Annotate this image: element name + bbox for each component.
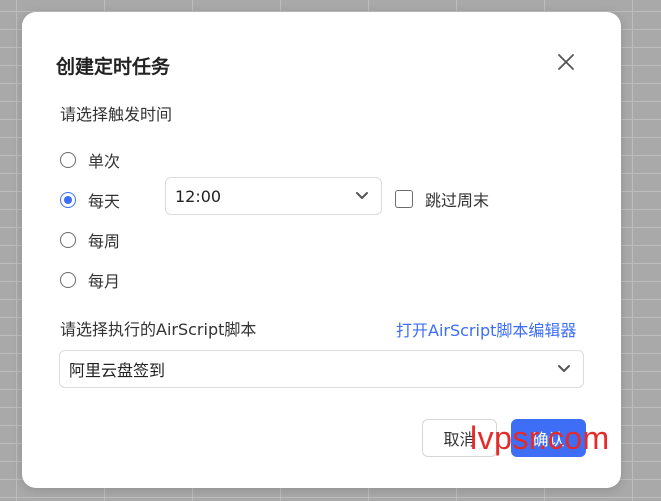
- radio-button[interactable]: [60, 152, 76, 168]
- radio-label: 单次: [88, 152, 121, 171]
- radio-daily[interactable]: 每天: [60, 188, 120, 212]
- radio-button[interactable]: [60, 232, 76, 248]
- open-editor-link[interactable]: 打开AirScript脚本编辑器: [396, 317, 576, 341]
- time-select[interactable]: 12:00: [165, 177, 382, 215]
- create-task-dialog: 创建定时任务 请选择触发时间 单次 每天 每周 每月 12:00 跳过周末 请选…: [22, 12, 621, 488]
- script-select[interactable]: 阿里云盘签到: [59, 350, 584, 388]
- script-select-label: 请选择执行的AirScript脚本: [60, 320, 257, 339]
- confirm-button[interactable]: 确认: [511, 419, 586, 457]
- skip-weekend-label: 跳过周末: [425, 191, 490, 210]
- radio-button[interactable]: [60, 272, 76, 288]
- skip-weekend-checkbox[interactable]: 跳过周末: [395, 187, 489, 211]
- trigger-time-label: 请选择触发时间: [60, 105, 173, 124]
- radio-weekly[interactable]: 每周: [60, 228, 120, 252]
- dialog-title: 创建定时任务: [56, 56, 171, 78]
- close-icon[interactable]: [555, 51, 577, 73]
- radio-once[interactable]: 单次: [60, 148, 120, 172]
- chevron-down-icon: [558, 365, 570, 372]
- radio-button-checked[interactable]: [60, 192, 76, 208]
- cancel-button[interactable]: 取消: [422, 419, 497, 457]
- script-value: 阿里云盘签到: [69, 361, 166, 380]
- time-value: 12:00: [175, 186, 222, 206]
- radio-dot: [64, 196, 72, 204]
- radio-monthly[interactable]: 每月: [60, 268, 120, 292]
- chevron-down-icon: [356, 192, 368, 199]
- radio-label: 每周: [88, 232, 121, 251]
- checkbox-box[interactable]: [395, 190, 413, 208]
- radio-label: 每天: [88, 192, 121, 211]
- radio-label: 每月: [88, 272, 121, 291]
